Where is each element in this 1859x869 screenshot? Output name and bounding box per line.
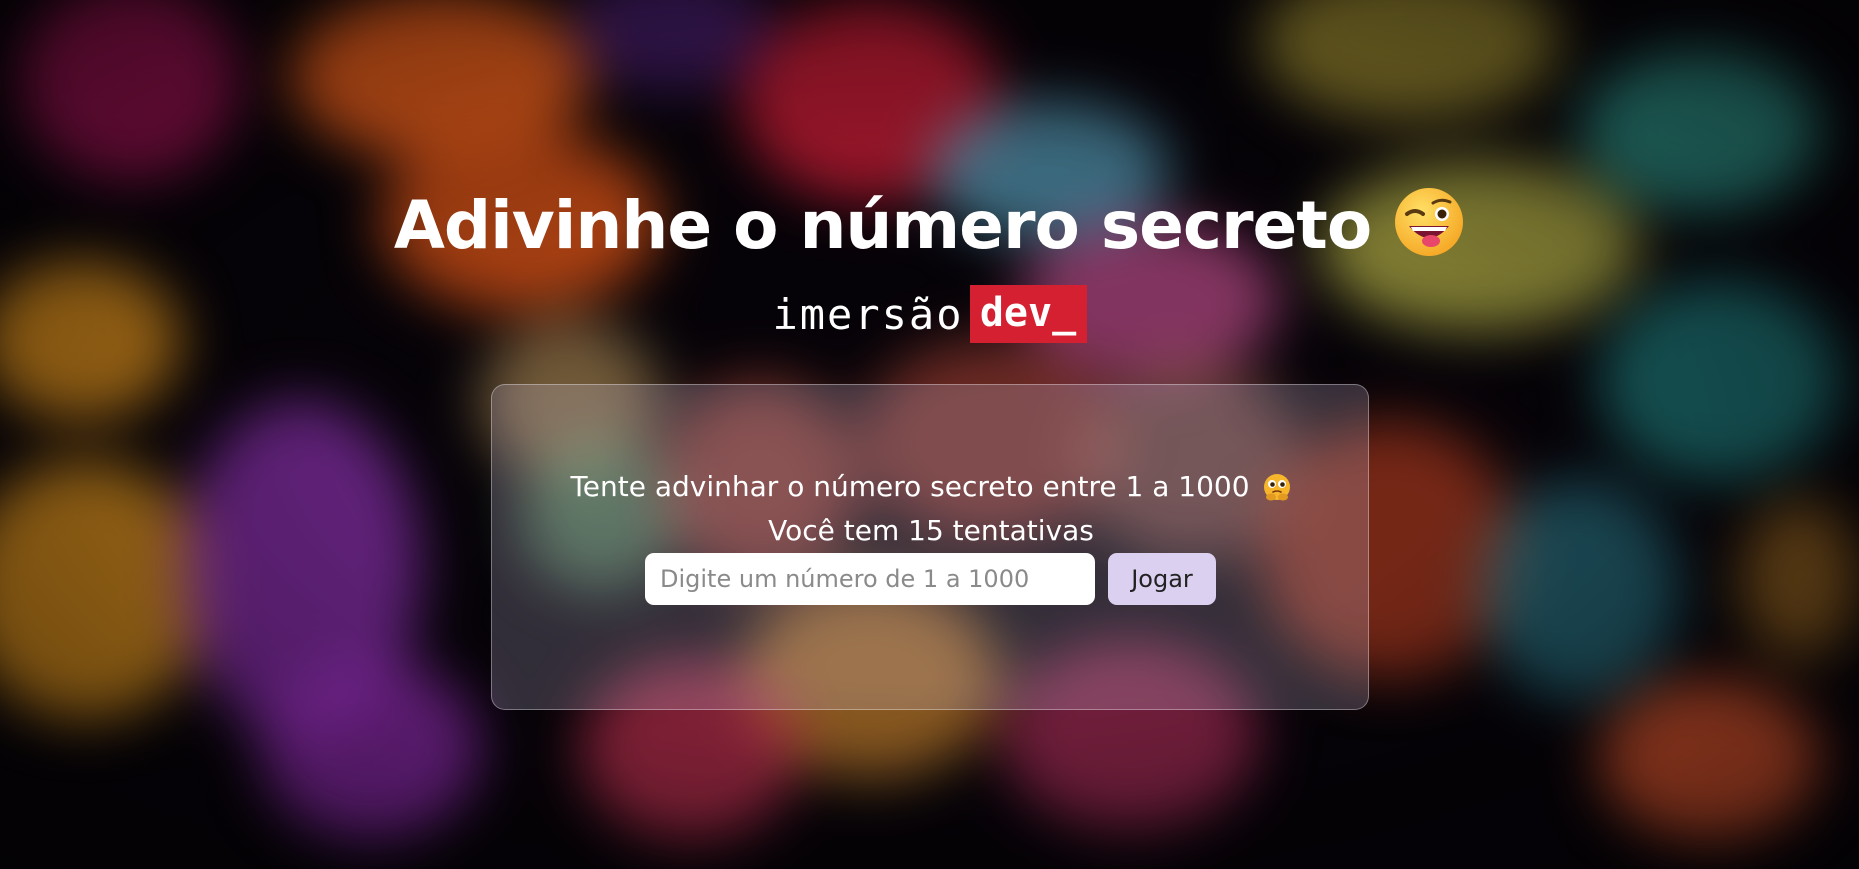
imersao-dev-logo: imersão dev_ xyxy=(0,285,1859,343)
game-prompt: Tente advinhar o número secreto entre 1 … xyxy=(492,465,1370,509)
play-button[interactable]: Jogar xyxy=(1108,553,1216,605)
winking-face-with-tongue-icon xyxy=(1393,186,1465,258)
guess-input[interactable] xyxy=(645,553,1095,605)
page-title: Adivinhe o número secreto xyxy=(0,186,1859,266)
game-prompt-text: Tente advinhar o número secreto entre 1 … xyxy=(570,470,1250,503)
page-title-text: Adivinhe o número secreto xyxy=(393,187,1372,264)
attempts-counter: Você tem 15 tentativas xyxy=(768,514,1094,547)
brand-word: imersão xyxy=(772,289,964,339)
game-card: Tente advinhar o número secreto entre 1 … xyxy=(491,384,1369,710)
thinking-face-icon xyxy=(1262,471,1292,501)
brand-highlight: dev_ xyxy=(969,285,1087,343)
